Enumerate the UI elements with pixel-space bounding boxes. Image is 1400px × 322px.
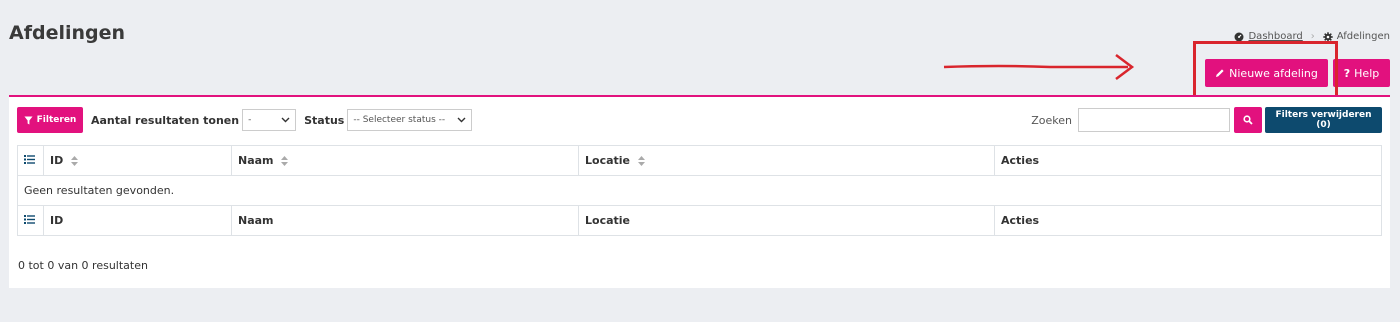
help-button[interactable]: ? Help — [1333, 59, 1390, 87]
new-department-button[interactable]: Nieuwe afdeling — [1205, 59, 1328, 87]
footer-label-id: ID — [43, 205, 232, 236]
question-icon: ? — [1343, 66, 1351, 80]
status-placeholder: -- Selecteer status -- — [353, 115, 446, 125]
status-label: Status — [304, 113, 345, 127]
sort-icon — [637, 156, 645, 166]
breadcrumb-chevron-icon: › — [1310, 31, 1315, 42]
footer-label-locatie: Locatie — [578, 205, 995, 236]
chevron-down-icon — [457, 117, 466, 123]
footer-label-naam: Naam — [231, 205, 579, 236]
status-select[interactable]: -- Selecteer status -- — [347, 109, 473, 131]
column-header-id[interactable]: ID — [43, 145, 232, 176]
page-title: Afdelingen — [9, 22, 126, 44]
column-label-locatie: Locatie — [585, 154, 630, 167]
new-department-label: Nieuwe afdeling — [1229, 66, 1318, 80]
footer-label-acties: Acties — [994, 205, 1382, 236]
filter-toolbar: Filteren Aantal resultaten tonen - Statu… — [17, 107, 1382, 133]
search-icon — [1243, 115, 1253, 125]
column-toggle-cell[interactable] — [17, 145, 44, 176]
column-header-locatie[interactable]: Locatie — [578, 145, 995, 176]
table-row: Geen resultaten gevonden. — [17, 175, 1382, 206]
breadcrumb-dashboard-link[interactable]: Dashboard — [1248, 31, 1302, 42]
help-label: Help — [1354, 66, 1380, 80]
filter-label: Filteren — [36, 115, 77, 125]
table-header-row: ID Naam Locatie Acties — [17, 145, 1382, 176]
page-actions: Nieuwe afdeling ? Help — [1205, 59, 1390, 87]
search-button[interactable] — [1234, 107, 1262, 133]
page-size-value: - — [248, 115, 252, 125]
clear-filters-button[interactable]: Filters verwijderen (0) — [1265, 107, 1382, 133]
annotation-arrow — [943, 54, 1135, 80]
pencil-icon — [1216, 69, 1224, 77]
column-header-naam[interactable]: Naam — [231, 145, 579, 176]
column-header-acties: Acties — [994, 145, 1382, 176]
column-toggle-cell-footer[interactable] — [17, 205, 44, 236]
filter-button[interactable]: Filteren — [17, 107, 83, 133]
breadcrumb-current: Afdelingen — [1336, 31, 1390, 42]
sort-icon — [281, 156, 289, 166]
page-size-select[interactable]: - — [242, 109, 297, 131]
page-size-label: Aantal resultaten tonen — [91, 113, 240, 127]
funnel-icon — [24, 115, 33, 125]
column-label-acties: Acties — [1001, 154, 1040, 167]
empty-message: Geen resultaten gevonden. — [17, 175, 1382, 206]
search-input[interactable] — [1078, 108, 1230, 132]
departments-table: ID Naam Locatie Acties Geen resultaten g… — [17, 145, 1382, 236]
sort-icon — [71, 156, 79, 166]
table-footer-row: ID Naam Locatie Acties — [17, 205, 1382, 236]
list-icon — [24, 215, 35, 224]
results-info: 0 tot 0 van 0 resultaten — [18, 259, 148, 272]
search-label: Zoeken — [1031, 113, 1072, 127]
list-icon — [24, 155, 35, 164]
gear-icon — [1323, 31, 1333, 42]
dashboard-icon — [1234, 32, 1244, 41]
breadcrumb: Dashboard › Afdelingen — [1234, 31, 1390, 42]
chevron-down-icon — [281, 117, 290, 123]
column-label-id: ID — [50, 154, 64, 167]
departments-panel: Filteren Aantal resultaten tonen - Statu… — [9, 95, 1390, 288]
column-label-naam: Naam — [238, 154, 274, 167]
